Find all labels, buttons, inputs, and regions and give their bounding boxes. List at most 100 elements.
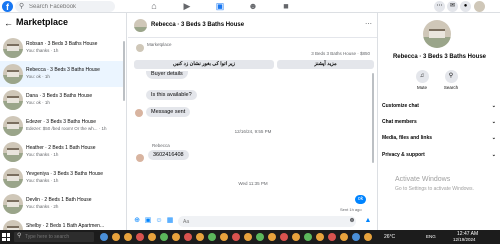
chrome-app-icon[interactable] — [316, 233, 324, 241]
video-icon[interactable]: ▶ — [181, 1, 193, 12]
message-bubble: Message sent — [146, 107, 191, 117]
back-arrow-icon[interactable]: ← — [4, 18, 13, 28]
chrome-app-icon[interactable] — [304, 233, 312, 241]
conversation-item[interactable]: Shelby · 2 Beds 1 Bath Apartmen... — [0, 217, 125, 230]
chevron-down-icon: ⌄ — [491, 119, 496, 125]
conversation-name: Shelby · 2 Beds 1 Bath Apartmen... — [26, 223, 105, 229]
chrome-app-icon[interactable] — [112, 233, 120, 241]
inbox-scrollbar[interactable] — [123, 41, 125, 101]
gaming-icon[interactable]: ■ — [280, 1, 292, 12]
chevron-down-icon: ⌄ — [491, 152, 496, 158]
more-options-icon[interactable]: ⋯ — [365, 20, 372, 28]
search-bar[interactable]: ⚲ — [15, 1, 115, 12]
conversation-name: Heather · 2 Beds 1 Bath House — [26, 145, 96, 151]
mute-button[interactable]: ♫ Mute — [410, 70, 434, 90]
chrome-app-icon[interactable] — [160, 233, 168, 241]
listing-profile-picture[interactable] — [423, 20, 451, 48]
chrome-app-icon[interactable] — [352, 233, 360, 241]
profile-icon[interactable] — [474, 1, 485, 12]
conversation-name: Rebecca · 3 Beds 3 Baths House — [26, 67, 100, 73]
facebook-logo[interactable]: f — [2, 1, 13, 12]
section-label: Privacy & support — [382, 152, 425, 158]
gif-icon[interactable]: ▦ — [166, 217, 174, 225]
sent-status: Sent 1h ago — [340, 207, 362, 212]
chrome-app-icon[interactable] — [292, 233, 300, 241]
message-bubble: Buyer details — [146, 71, 188, 79]
chat-panel: Rebecca · 3 Beds 3 Baths House ⋯ Marketp… — [128, 13, 378, 230]
groups-icon[interactable]: ☻ — [247, 1, 259, 12]
chrome-app-icon[interactable] — [124, 233, 132, 241]
chrome-app-icon[interactable] — [364, 233, 372, 241]
listing-thumbnail — [3, 64, 23, 84]
image-icon[interactable]: ▣ — [144, 217, 152, 225]
marketplace-icon[interactable]: ▣ — [214, 1, 226, 12]
chrome-app-icon[interactable] — [256, 233, 264, 241]
chrome-app-icon[interactable] — [232, 233, 240, 241]
clock-date[interactable]: 12/19/2024 — [453, 237, 476, 242]
chrome-app-icon[interactable] — [184, 233, 192, 241]
chat-title[interactable]: Rebecca · 3 Beds 3 Baths House — [151, 22, 244, 28]
home-icon[interactable]: ⌂ — [148, 1, 160, 12]
chrome-app-icon[interactable] — [328, 233, 336, 241]
listing-info[interactable]: 3 Beds 3 Baths House · $850 — [311, 51, 370, 56]
chat-listing-thumbnail[interactable] — [134, 19, 147, 32]
chat-scrollbar[interactable] — [372, 73, 374, 163]
chrome-app-icon[interactable] — [244, 233, 252, 241]
mark-as-unread-button[interactable]: زیر اتوا کی بغور نشان زد کنیں — [134, 60, 274, 69]
search-icon: ⚲ — [19, 3, 25, 10]
chrome-app-icon[interactable] — [208, 233, 216, 241]
chrome-app-icon[interactable] — [136, 233, 144, 241]
listing-thumbnail — [3, 194, 23, 214]
privacy-support-section[interactable]: Privacy & support ⌄ — [382, 152, 496, 162]
media-files-links-section[interactable]: Media, files and links ⌄ — [382, 135, 496, 145]
chrome-app-icon[interactable] — [268, 233, 276, 241]
avatar — [135, 109, 143, 117]
sticker-icon[interactable]: ☺ — [155, 217, 163, 225]
marketplace-icon-small — [136, 44, 144, 52]
listing-thumbnail — [3, 220, 23, 230]
taskbar-search[interactable]: ⚲ — [14, 232, 94, 242]
message-input[interactable] — [178, 216, 356, 227]
listing-thumbnail — [3, 168, 23, 188]
conversation-item[interactable]: Devlin · 2 Beds 1 Bath House You: thanks… — [0, 191, 125, 217]
activate-windows-hint: Go to Settings to activate Windows. — [395, 186, 474, 192]
chat-members-section[interactable]: Chat members ⌄ — [382, 119, 496, 129]
conversation-item[interactable]: Yevgeniya · 3 Beds 3 Baths House You: th… — [0, 165, 125, 191]
customize-chat-section[interactable]: Customize chat ⌄ — [382, 103, 496, 113]
chrome-app-icon[interactable] — [220, 233, 228, 241]
notifications-icon[interactable]: ● — [460, 1, 471, 12]
weather-indicator[interactable]: 26°C — [384, 234, 395, 240]
windows-start-icon[interactable] — [2, 233, 10, 241]
more-options-button[interactable]: مزید آپشنز — [277, 60, 374, 69]
message-bubble: Is this available? — [146, 90, 197, 100]
language-indicator[interactable]: ENG — [426, 234, 436, 239]
chrome-app-icon[interactable] — [172, 233, 180, 241]
conversation-preview: You: thanks · 1h — [26, 152, 59, 157]
chrome-app-icon[interactable] — [340, 233, 348, 241]
conversation-name: Dana · 3 Beds 3 Baths House — [26, 93, 93, 99]
conversation-item-active[interactable]: Rebecca · 3 Beds 3 Baths House You: ok ·… — [0, 61, 125, 87]
messenger-icon[interactable]: ✉ — [447, 1, 458, 12]
plus-icon[interactable]: ⊕ — [133, 217, 141, 225]
sender-name: Rebecca — [152, 143, 170, 148]
chrome-app-icon[interactable] — [280, 233, 288, 241]
conversation-preview: Edezer: $50 /bed room! Or the wh... · 1h — [26, 126, 107, 131]
menu-icon[interactable]: ⋯ — [434, 1, 445, 12]
search-icon: ⚲ — [444, 70, 458, 83]
conversation-item[interactable]: Edezer · 3 Beds 3 Baths House Edezer: $5… — [0, 113, 125, 139]
emoji-icon[interactable]: ☻ — [348, 217, 356, 225]
activate-windows-watermark: Activate Windows — [395, 176, 451, 183]
conversation-item[interactable]: Robsan · 3 Beds 3 Baths House You: thank… — [0, 35, 125, 61]
search-conversation-button[interactable]: ⚲ Search — [439, 70, 463, 90]
search-input[interactable] — [29, 2, 111, 11]
chrome-app-icon[interactable] — [148, 233, 156, 241]
profile-name: Rebecca · 3 Beds 3 Baths House — [392, 54, 487, 60]
conversation-item[interactable]: Dana · 3 Beds 3 Baths House You: ok · 1h — [0, 87, 125, 113]
conversation-name: Yevgeniya · 3 Beds 3 Baths House — [26, 171, 104, 177]
chrome-app-icon[interactable] — [196, 233, 204, 241]
taskbar-search-input[interactable] — [25, 233, 91, 241]
like-icon[interactable]: ▲ — [364, 217, 372, 225]
task-view-icon[interactable] — [100, 233, 108, 241]
conversation-name: Robsan · 3 Beds 3 Baths House — [26, 41, 98, 47]
conversation-item[interactable]: Heather · 2 Beds 1 Bath House You: thank… — [0, 139, 125, 165]
